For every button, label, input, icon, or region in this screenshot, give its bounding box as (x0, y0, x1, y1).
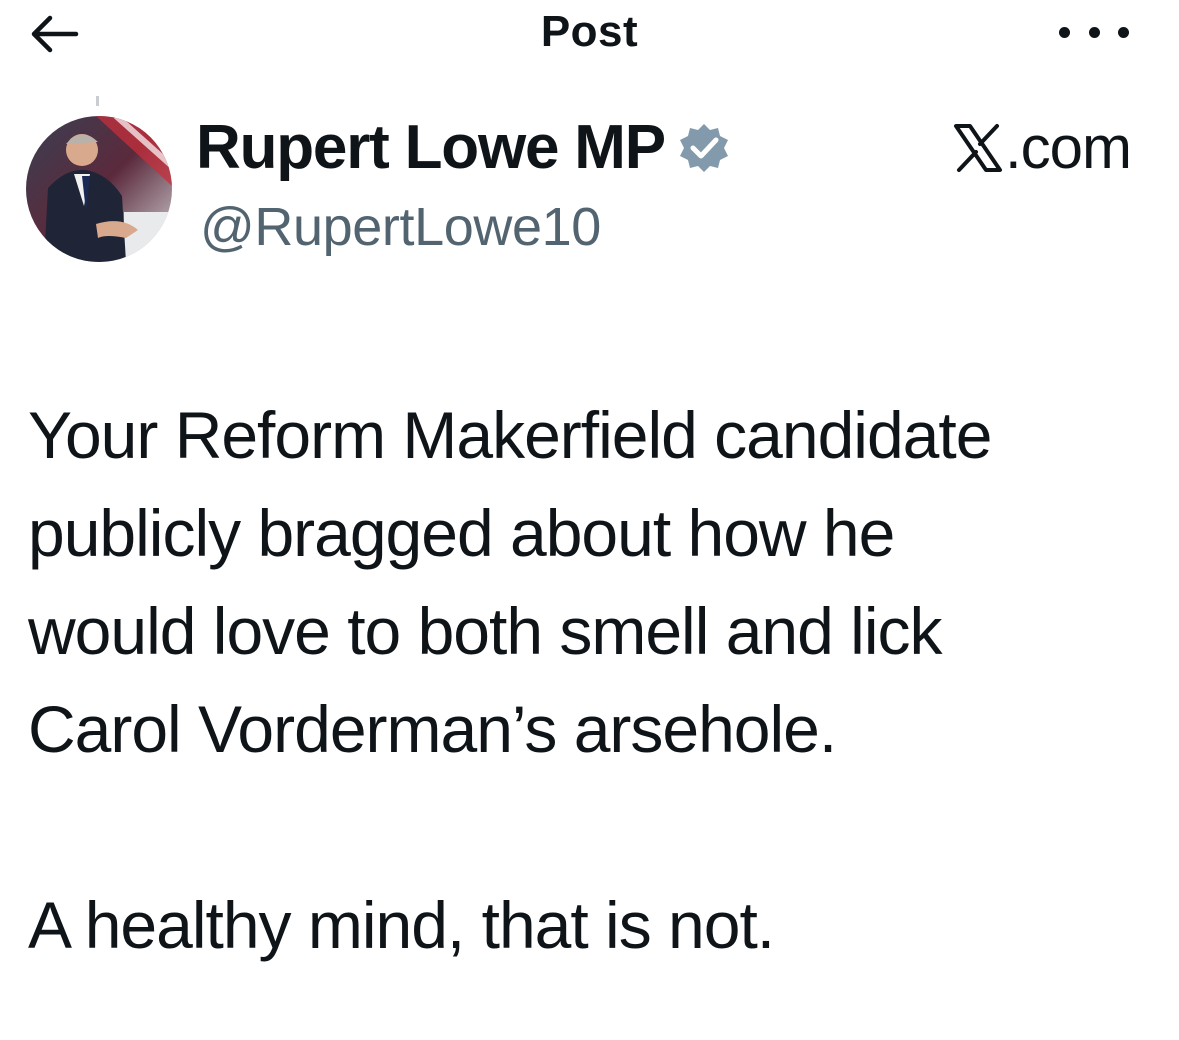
author-name[interactable]: Rupert Lowe MP (196, 108, 731, 188)
verified-badge-icon (677, 121, 731, 175)
post-paragraph: A healthy mind, that is not. (28, 888, 775, 962)
divider (96, 96, 99, 106)
avatar[interactable] (26, 116, 172, 262)
more-horizontal-icon (1059, 26, 1070, 38)
top-bar: Post (0, 0, 1179, 70)
source-domain: .com (1004, 114, 1132, 181)
page-title: Post (540, 7, 639, 56)
x-logo-icon (953, 122, 1005, 174)
source-label: .com (953, 108, 1132, 188)
more-options-button[interactable] (1059, 18, 1129, 46)
author-handle[interactable]: @RupertLowe10 (200, 192, 601, 262)
post-text: Your Reform Makerfield candidate publicl… (28, 386, 1158, 974)
display-name: Rupert Lowe MP (196, 113, 666, 182)
post-paragraph: Your Reform Makerfield candidate publicl… (28, 398, 992, 766)
